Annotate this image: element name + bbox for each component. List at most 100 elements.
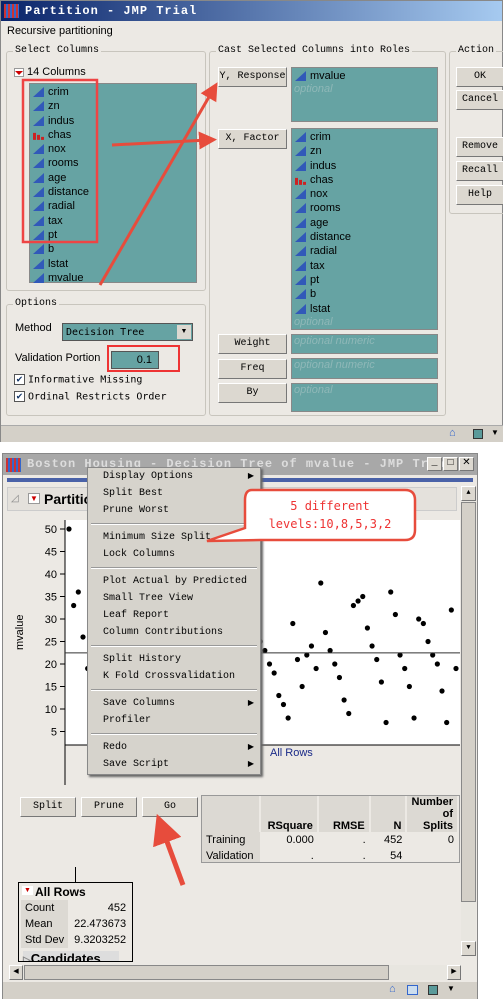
check-icon: ✔ <box>14 374 25 385</box>
informative-missing-checkbox[interactable]: ✔ Informative Missing <box>14 374 142 386</box>
ok-button[interactable]: OK <box>456 67 503 87</box>
disclosure-icon[interactable]: ◿ <box>11 493 19 504</box>
data-point <box>453 665 459 672</box>
minimize-button[interactable]: _ <box>427 457 442 471</box>
scroll-thumb[interactable] <box>24 965 389 980</box>
home-icon[interactable]: ⌂ <box>389 983 396 995</box>
dropdown-arrow-icon[interactable]: ▼ <box>491 428 499 437</box>
list-item[interactable]: crim <box>292 130 437 144</box>
freq-button[interactable]: Freq <box>218 359 287 379</box>
list-item[interactable]: distance <box>292 230 437 244</box>
help-button[interactable]: Help <box>456 185 503 205</box>
list-item[interactable]: age <box>292 216 437 230</box>
method-select[interactable]: Decision Tree ▼ <box>62 323 193 341</box>
scroll-thumb[interactable] <box>461 502 476 902</box>
menu-item[interactable]: Lock Columns <box>88 546 260 563</box>
list-item[interactable]: indus <box>292 159 437 173</box>
item-label: pt <box>48 228 58 241</box>
list-item[interactable]: lstat <box>292 302 437 316</box>
dropdown-arrow-icon[interactable]: ▼ <box>447 984 455 993</box>
list-item[interactable]: age <box>30 171 196 185</box>
menu-item[interactable]: Split Best <box>88 485 260 502</box>
list-item[interactable]: nox <box>292 187 437 201</box>
list-item[interactable]: zn <box>292 144 437 158</box>
maximize-button[interactable]: □ <box>443 457 458 471</box>
list-item[interactable]: indus <box>30 114 196 128</box>
menu-item[interactable]: Column Contributions <box>88 624 260 641</box>
item-label: chas <box>310 173 334 186</box>
list-item[interactable]: radial <box>30 199 196 213</box>
menu-item[interactable]: Minimum Size Split <box>88 529 260 546</box>
x-factor-button[interactable]: X, Factor <box>218 129 287 149</box>
scroll-up-button[interactable]: ▲ <box>461 486 476 501</box>
list-item[interactable]: lstat <box>30 257 196 271</box>
red-triangle-menu-icon[interactable]: ▼ <box>22 886 33 895</box>
menu-item[interactable]: K Fold Crossvalidation <box>88 668 260 685</box>
list-item[interactable]: zn <box>30 99 196 113</box>
list-item[interactable]: pt <box>292 273 437 287</box>
menu-item[interactable]: Save Columns ▶ <box>88 695 260 712</box>
scroll-down-button[interactable]: ▼ <box>461 941 476 956</box>
split-button[interactable]: Split <box>20 797 76 817</box>
menu-item[interactable]: Plot Actual by Predicted <box>88 573 260 590</box>
y-role-list[interactable]: mvalue optional <box>291 67 438 122</box>
by-button[interactable]: By <box>218 383 287 403</box>
chevron-down-icon[interactable]: ▼ <box>177 325 191 339</box>
data-point <box>280 701 287 708</box>
list-item[interactable]: crim <box>30 85 196 99</box>
list-item[interactable]: radial <box>292 244 437 258</box>
cancel-button[interactable]: Cancel <box>456 90 503 110</box>
list-item[interactable]: b <box>30 242 196 256</box>
menu-item[interactable]: Profiler <box>88 712 260 729</box>
stat-value: 22.473673 <box>74 918 127 930</box>
callout-line1: 5 different <box>290 499 370 513</box>
scroll-right-button[interactable]: ▶ <box>447 965 461 980</box>
vertical-scrollbar[interactable]: ▲ ▼ <box>461 486 476 956</box>
window-icon[interactable] <box>428 985 438 995</box>
list-item[interactable]: mvalue <box>292 69 437 83</box>
remove-button[interactable]: Remove <box>456 137 503 157</box>
by-input[interactable]: optional <box>291 383 438 412</box>
menu-item[interactable]: Prune Worst <box>88 502 260 519</box>
menu-item[interactable]: Save Script ▶ <box>88 756 260 773</box>
columns-list[interactable]: crim zn indus chas nox rooms age distance radial… <box>29 83 197 285</box>
columns-disclosure-icon[interactable] <box>14 68 24 77</box>
ordinal-restricts-checkbox[interactable]: ✔ Ordinal Restricts Order <box>14 391 166 403</box>
weight-button[interactable]: Weight <box>218 334 287 354</box>
menu-item-label: Split History <box>103 654 182 665</box>
x-role-list[interactable]: crim zn indus chas nox rooms age distance radial… <box>291 128 438 330</box>
menu-item[interactable]: Display Options ▶ <box>88 468 260 485</box>
list-item[interactable]: tax <box>30 214 196 228</box>
continuous-icon <box>295 232 306 243</box>
list-item[interactable]: chas <box>292 173 437 187</box>
list-item[interactable]: tax <box>292 259 437 273</box>
weight-input[interactable]: optional numeric <box>291 334 438 354</box>
list-item[interactable]: pt <box>30 228 196 242</box>
list-item[interactable]: chas <box>30 128 196 142</box>
list-item[interactable]: mvalue <box>30 271 196 285</box>
candidates-header[interactable]: ▷Candidates <box>23 951 119 961</box>
menu-item[interactable]: Small Tree View <box>88 590 260 607</box>
window-icon[interactable] <box>473 429 483 439</box>
list-item[interactable]: rooms <box>292 201 437 215</box>
list-item[interactable]: b <box>292 287 437 301</box>
menu-item[interactable]: Leaf Report <box>88 607 260 624</box>
home-icon[interactable]: ⌂ <box>449 427 456 439</box>
script-icon[interactable] <box>407 985 418 995</box>
scroll-left-button[interactable]: ◀ <box>9 965 23 980</box>
select-columns-label: Select Columns <box>13 45 102 56</box>
close-button[interactable]: ✕ <box>459 457 474 471</box>
menu-item[interactable]: Redo ▶ <box>88 739 260 756</box>
disclosure-icon[interactable]: ▷ <box>23 955 31 961</box>
freq-input[interactable]: optional numeric <box>291 358 438 379</box>
list-item[interactable]: distance <box>30 185 196 199</box>
y-response-button[interactable]: Y, Response <box>218 67 287 87</box>
go-button[interactable]: Go <box>142 797 198 817</box>
list-item[interactable]: nox <box>30 142 196 156</box>
prune-button[interactable]: Prune <box>81 797 137 817</box>
horizontal-scrollbar[interactable]: ◀ ▶ <box>9 965 461 980</box>
recall-button[interactable]: Recall <box>456 161 503 181</box>
list-item[interactable]: rooms <box>30 156 196 170</box>
menu-item[interactable]: Split History <box>88 651 260 668</box>
red-triangle-menu-icon[interactable]: ▼ <box>28 493 40 504</box>
